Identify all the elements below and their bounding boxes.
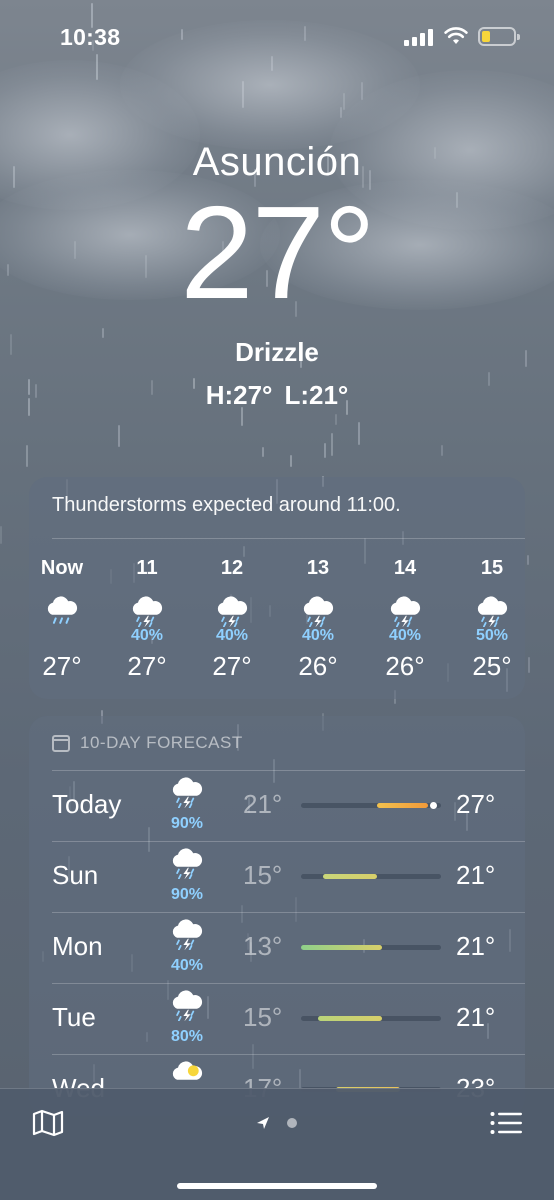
forecast-day: Tue [52,1002,96,1032]
status-time: 10:38 [60,24,121,50]
precipitation-chance: 40% [301,627,335,644]
low-temp: 15° [243,1002,283,1032]
forecast-header: 10-DAY FORECAST [52,733,243,753]
forecast-row[interactable]: Mon 40% 13° 21° [29,912,525,983]
divider [52,1054,525,1055]
precipitation-chance: 90% [170,886,204,904]
precipitation-chance: 80% [170,1028,204,1046]
precipitation-chance: 40% [130,627,164,644]
high-temp: 21° [456,931,496,961]
thunderstorm-icon: 90% [162,847,212,904]
hourly-item: 12 40% 27° [192,555,272,682]
temperature-range-track [301,945,441,950]
forecast-row[interactable]: Tue 80% 15° 21° [29,983,525,1054]
calendar-icon [52,734,70,752]
location-arrow-icon [257,1117,269,1129]
temperature-range-bar [376,803,429,808]
low-temp: 21° [243,789,283,819]
temperature-range-bar [323,874,377,879]
hour-temperature: 27° [42,651,82,681]
hourly-item: 13 40% 26° [278,555,358,682]
hourly-list[interactable]: Now 27° 11 40% 27° 12 40% 27° 13 40% 26° 14 40% 26° 15… [29,555,525,685]
list-icon[interactable] [490,1111,522,1135]
divider [52,841,525,842]
hour-label: Now [40,557,84,579]
hour-temperature: 27° [212,651,252,681]
cellular-signal-icon [404,28,434,46]
precipitation-chance: 50% [475,627,509,644]
hour-label: 12 [220,557,244,579]
forecast-row[interactable]: Today 90% 21° 27° [29,770,525,841]
current-temperature: 27° [180,179,376,326]
thunderstorm-icon: 90% [162,776,212,833]
forecast-day: Sun [52,860,99,890]
forecast-row[interactable]: Sun 90% 15° 21° [29,841,525,912]
hourly-item: 11 40% 27° [107,555,187,682]
map-icon[interactable] [32,1109,64,1137]
hour-label: 15 [480,557,504,579]
weather-alert-text: Thunderstorms expected around 11:00. [52,494,401,516]
forecast-day: Today [52,789,122,819]
hourly-item: 15 50% 25° [452,555,525,682]
thunderstorm-icon: 80% [162,989,212,1046]
high-temp: 27° [456,789,496,819]
rain-cloud-icon [29,587,102,627]
bottom-toolbar [0,1088,554,1200]
low-temp: L:21° [284,380,349,410]
ten-day-forecast-card[interactable]: 10-DAY FORECAST Today 90% 21° 27° Sun 90% 15° 2… [29,716,525,1116]
divider [52,538,525,539]
hourly-item: Now 27° [29,555,102,682]
thunderstorm-icon [107,587,187,627]
high-temp: 21° [456,860,496,890]
high-temp: 21° [456,1002,496,1032]
thunderstorm-icon: 40% [162,918,212,975]
temperature-range-track [301,1016,441,1021]
home-indicator[interactable] [177,1183,377,1189]
thunderstorm-icon [278,587,358,627]
high-temp: H:27° [205,380,273,410]
precipitation-chance [29,627,102,645]
battery-icon [478,27,520,46]
high-low: H:27° L:21° [0,380,554,411]
divider [52,912,525,913]
precipitation-chance: 40% [170,957,204,975]
temperature-range-bar [301,945,383,950]
hour-label: 14 [393,557,417,579]
thunderstorm-icon [452,587,525,627]
low-temp: 13° [243,931,283,961]
status-bar: 10:38 [0,0,554,70]
forecast-header-label: 10-DAY FORECAST [80,733,243,752]
hour-label: 13 [306,557,330,579]
current-weather: Asunción 27° Drizzle H:27° L:21° [0,140,554,411]
wifi-icon [444,27,468,44]
temperature-range-bar [317,1016,383,1021]
precipitation-chance: 40% [388,627,422,644]
divider [52,770,525,771]
hourly-item: 14 40% 26° [365,555,445,682]
location-page-indicator[interactable] [256,1116,300,1130]
temperature-range-track [301,802,441,809]
forecast-day: Mon [52,931,103,961]
hour-temperature: 25° [472,651,512,681]
temperature-range-track [301,874,441,879]
hour-temperature: 26° [298,651,338,681]
hour-label: 11 [136,557,158,579]
hour-temperature: 27° [127,651,167,681]
precipitation-chance: 40% [215,627,249,644]
divider [52,983,525,984]
precipitation-chance: 90% [170,815,204,833]
thunderstorm-icon [365,587,445,627]
thunderstorm-icon [192,587,272,627]
low-temp: 15° [243,860,283,890]
hour-temperature: 26° [385,651,425,681]
hourly-forecast-card[interactable]: Thunderstorms expected around 11:00. Now… [29,477,525,699]
current-condition: Drizzle [235,337,319,367]
current-temp-dot [429,802,437,809]
